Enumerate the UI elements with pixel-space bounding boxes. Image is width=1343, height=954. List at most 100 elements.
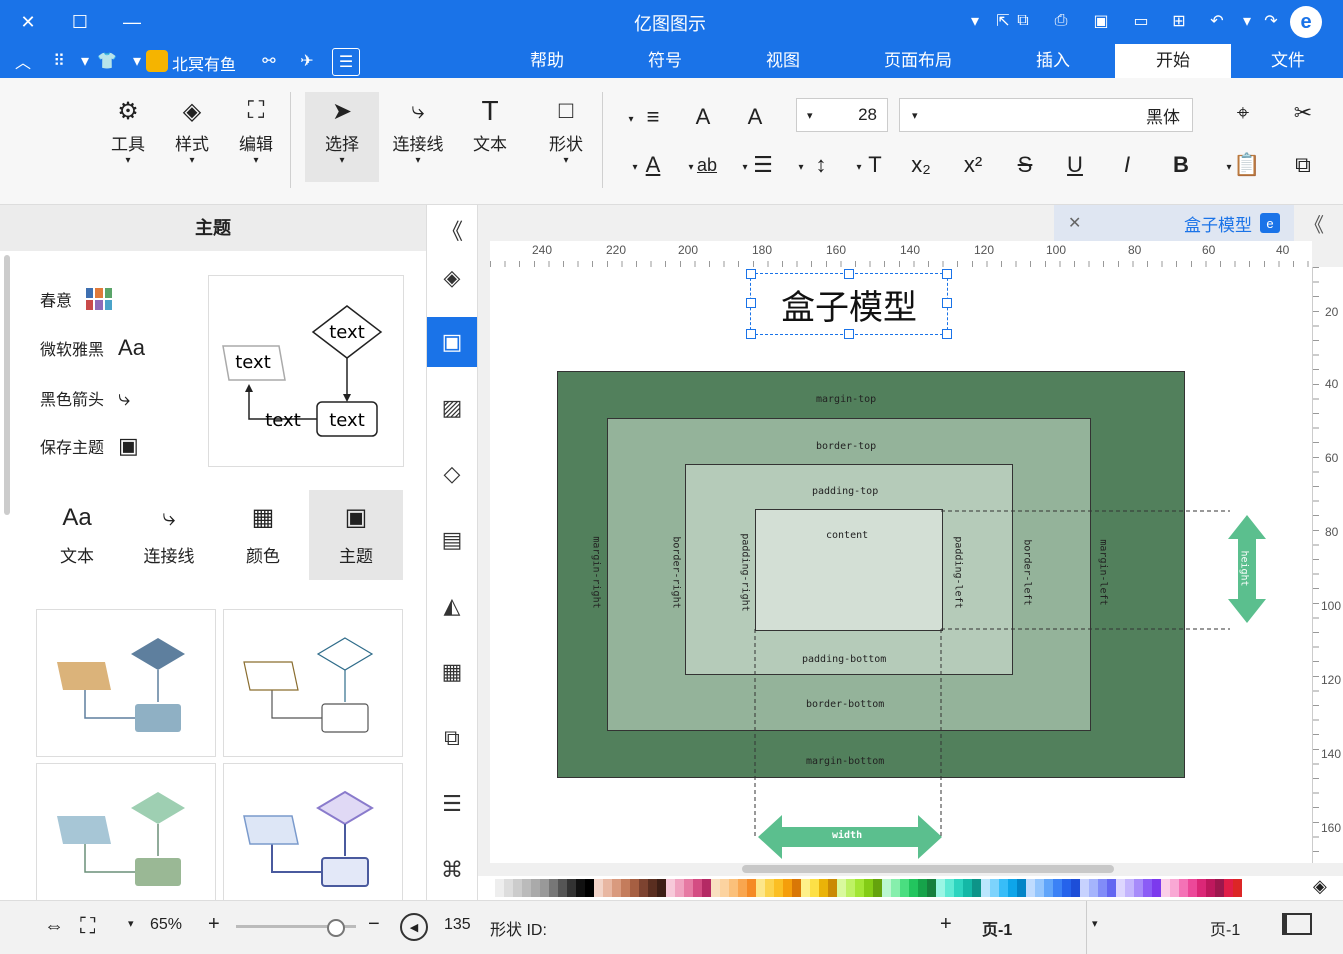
tab-file[interactable]: 文件: [1240, 44, 1336, 78]
theme-card-2[interactable]: [223, 609, 403, 757]
color-swatch[interactable]: [1089, 879, 1098, 897]
category-connector[interactable]: ⤷ 连接线: [122, 490, 216, 580]
theme-card-4[interactable]: [223, 763, 403, 911]
shape-button[interactable]: □ 形状 ▾: [542, 92, 590, 166]
text-button[interactable]: T 文本: [466, 92, 514, 155]
strikethrough-icon[interactable]: S: [1010, 150, 1040, 180]
color-swatch[interactable]: [1188, 879, 1197, 897]
color-swatch[interactable]: [1107, 879, 1116, 897]
color-swatch[interactable]: [1053, 879, 1062, 897]
color-swatch[interactable]: [1161, 879, 1170, 897]
theme-option-arrow[interactable]: 黑色箭头 ⤷: [40, 385, 130, 411]
color-swatch[interactable]: [648, 879, 657, 897]
mindmap-icon[interactable]: ⌘: [427, 845, 477, 895]
page-name[interactable]: 页-1: [1210, 916, 1240, 940]
edit-button[interactable]: ⛶ 编辑 ▾: [232, 92, 280, 166]
format-painter-icon[interactable]: ⌖: [1228, 98, 1258, 128]
zoom-slider-thumb[interactable]: [327, 919, 345, 937]
select-button[interactable]: ➤ 选择 ▾: [305, 92, 379, 182]
undo-dropdown-icon[interactable]: ▾: [1234, 8, 1260, 34]
color-swatch[interactable]: [729, 879, 738, 897]
color-swatch[interactable]: [990, 879, 999, 897]
print-icon[interactable]: ⎙: [1048, 8, 1074, 34]
font-size-select[interactable]: ▾ 28: [796, 98, 888, 132]
theme-option-font[interactable]: 微软雅黑 Aa: [40, 335, 145, 361]
color-swatch[interactable]: [918, 879, 927, 897]
color-swatch[interactable]: [1071, 879, 1080, 897]
shirt-icon[interactable]: 👕: [94, 48, 120, 74]
tab-page-layout[interactable]: 页面布局: [868, 44, 968, 78]
color-swatch[interactable]: [666, 879, 675, 897]
color-swatch[interactable]: [1017, 879, 1026, 897]
color-swatch[interactable]: [576, 879, 585, 897]
color-swatch[interactable]: [1080, 879, 1089, 897]
tab-help[interactable]: 帮助: [504, 44, 590, 78]
italic-icon[interactable]: I: [1112, 150, 1142, 180]
text-format-icon[interactable]: T: [860, 150, 890, 180]
color-swatch[interactable]: [1170, 879, 1179, 897]
horizontal-scrollbar[interactable]: [742, 865, 1114, 873]
new-icon[interactable]: ⊞: [1166, 8, 1192, 34]
color-swatch[interactable]: [720, 879, 729, 897]
color-swatch[interactable]: [540, 879, 549, 897]
layers-icon[interactable]: ◇: [427, 449, 477, 499]
color-swatch[interactable]: [927, 879, 936, 897]
page-dropdown-icon[interactable]: ▾: [1092, 917, 1098, 930]
color-swatch[interactable]: [1152, 879, 1161, 897]
color-swatch[interactable]: [486, 879, 495, 897]
color-swatch[interactable]: [684, 879, 693, 897]
color-swatch[interactable]: [495, 879, 504, 897]
publish-icon[interactable]: ☰: [332, 48, 360, 76]
tab-symbols[interactable]: 符号: [622, 44, 708, 78]
user-name[interactable]: 北冥有鱼: [172, 51, 236, 75]
color-swatch[interactable]: [1143, 879, 1152, 897]
maximize-button[interactable]: ☐: [66, 8, 94, 36]
style-button[interactable]: ◈ 样式 ▾: [168, 92, 216, 167]
color-swatch[interactable]: [1215, 879, 1224, 897]
connector-button[interactable]: ⤷ 连接线 ▾: [390, 92, 446, 166]
color-swatch[interactable]: [1044, 879, 1053, 897]
color-swatch[interactable]: [972, 879, 981, 897]
color-swatch[interactable]: [801, 879, 810, 897]
color-swatch[interactable]: [810, 879, 819, 897]
theme-option-save[interactable]: 保存主题 ▣: [40, 433, 139, 459]
zoom-dropdown-icon[interactable]: ▾: [128, 917, 134, 930]
feedback-icon[interactable]: ✈: [294, 48, 320, 74]
color-swatch[interactable]: [531, 879, 540, 897]
color-swatch[interactable]: [756, 879, 765, 897]
play-icon[interactable]: ◀: [400, 913, 428, 941]
color-swatch[interactable]: [954, 879, 963, 897]
zoom-level[interactable]: 65%: [150, 916, 182, 934]
color-swatch[interactable]: [1233, 879, 1242, 897]
color-swatch[interactable]: [1134, 879, 1143, 897]
gantt-icon[interactable]: ☰: [427, 779, 477, 829]
color-swatch[interactable]: [999, 879, 1008, 897]
color-swatch[interactable]: [819, 879, 828, 897]
bold-icon[interactable]: B: [1166, 150, 1196, 180]
qa-dropdown-icon[interactable]: ▾: [962, 8, 988, 34]
table-icon[interactable]: ▦: [427, 647, 477, 697]
color-swatch[interactable]: [963, 879, 972, 897]
color-swatch[interactable]: [693, 879, 702, 897]
color-swatch[interactable]: [1125, 879, 1134, 897]
drawing-page[interactable]: 盒子模型 margin-top margin-bottom border-top…: [490, 267, 1312, 873]
open-external-icon[interactable]: ⧉: [1010, 8, 1036, 34]
color-swatch[interactable]: [522, 879, 531, 897]
tab-view[interactable]: 视图: [740, 44, 826, 78]
color-swatch[interactable]: [504, 879, 513, 897]
color-swatch[interactable]: [936, 879, 945, 897]
color-swatch[interactable]: [603, 879, 612, 897]
color-swatch[interactable]: [567, 879, 576, 897]
color-swatch[interactable]: [612, 879, 621, 897]
color-swatch[interactable]: [1035, 879, 1044, 897]
color-swatch[interactable]: [900, 879, 909, 897]
color-swatch[interactable]: [1098, 879, 1107, 897]
underline-icon[interactable]: U: [1060, 150, 1090, 180]
color-swatch[interactable]: [675, 879, 684, 897]
tools-button[interactable]: ⚙ 工具 ▾: [104, 92, 152, 167]
color-swatch[interactable]: [747, 879, 756, 897]
color-swatch[interactable]: [774, 879, 783, 897]
zoom-in-button[interactable]: +: [208, 913, 220, 936]
font-shrink-icon[interactable]: A: [688, 102, 718, 132]
paste-icon[interactable]: 📋: [1232, 150, 1262, 180]
